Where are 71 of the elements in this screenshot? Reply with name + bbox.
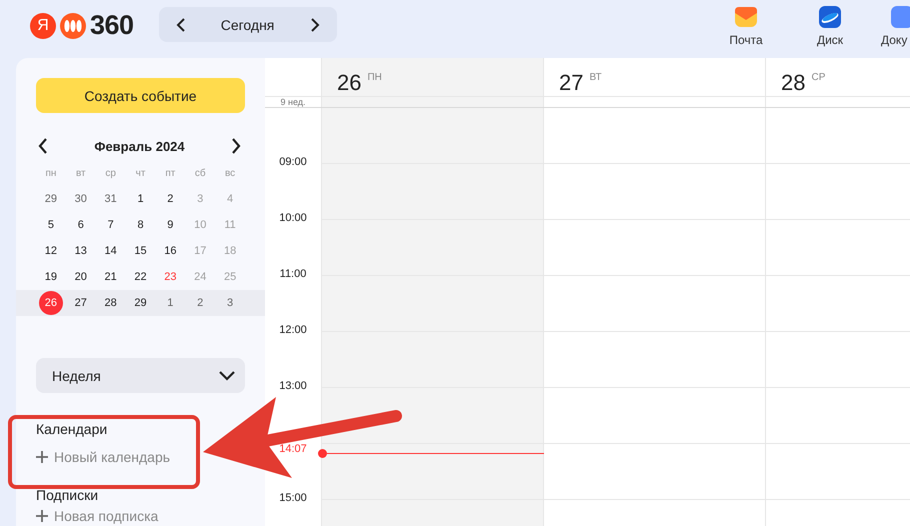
calendar-day[interactable]: 22 (128, 265, 152, 289)
weekday-label: чт (136, 168, 146, 178)
time-label: 13:00 (279, 380, 307, 394)
calendar-day[interactable]: 30 (68, 187, 93, 211)
calendar-day[interactable]: 15 (128, 239, 152, 263)
calendar-day[interactable]: 1 (158, 291, 182, 315)
chevron-left-icon[interactable] (176, 18, 186, 32)
calendar-day[interactable]: 13 (68, 239, 93, 263)
time-label: 12:00 (279, 324, 307, 338)
calendar-day[interactable]: 16 (158, 239, 182, 263)
weekday-label: ср (105, 168, 116, 178)
calendar-day[interactable]: 5 (38, 213, 63, 237)
calendar-day[interactable]: 3 (218, 291, 242, 315)
current-time: 14:07 (279, 443, 307, 457)
weekday-label: ВТ (589, 72, 602, 83)
calendar-day[interactable]: 26 (38, 291, 63, 315)
time-label: 15:00 (279, 492, 307, 506)
calendar-day[interactable]: 31 (98, 187, 123, 211)
logo-text: 360 (90, 10, 134, 41)
calendar-day[interactable]: 29 (38, 187, 63, 211)
plus-icon (36, 510, 48, 522)
create-event-button[interactable]: Создать событие (36, 78, 245, 113)
day-number: 28 (781, 70, 806, 96)
calendar-day[interactable]: 12 (38, 239, 63, 263)
calendar-day[interactable]: 2 (188, 291, 212, 315)
weekday-label: вс (224, 168, 236, 178)
weekday-label: ПН (367, 72, 382, 83)
section-title: Подписки (36, 486, 98, 504)
section-title: Календари (36, 420, 108, 438)
calendar-day[interactable]: 6 (68, 213, 93, 237)
day-header[interactable]: 28 СР (766, 58, 910, 96)
envelope-icon (734, 5, 758, 29)
day-header[interactable]: 27 ВТ (544, 58, 766, 96)
calendar-day[interactable]: 29 (128, 291, 152, 315)
document-icon (890, 5, 910, 29)
app-label[interactable]: Диск (816, 33, 844, 47)
app-label[interactable]: Почта (729, 33, 763, 47)
calendar-day[interactable]: 7 (98, 213, 123, 237)
view-dropdown[interactable]: Неделя (36, 358, 245, 393)
calendar-day[interactable]: 8 (128, 213, 152, 237)
weekday-label: СР (811, 72, 826, 83)
today-button[interactable]: Сегодня (220, 16, 274, 32)
calendar-day[interactable]: 14 (98, 239, 123, 263)
weekday-label: пн (45, 168, 56, 178)
day-number: 26 (337, 70, 362, 96)
weekday-label: пт (165, 168, 176, 178)
weekday-label: сб (194, 168, 206, 178)
time-label: 10:00 (279, 212, 307, 226)
day-header[interactable]: 26 ПН (322, 58, 544, 96)
chevron-left-icon[interactable] (38, 138, 48, 154)
chevron-down-icon (219, 370, 235, 380)
weekday-label: вт (76, 168, 86, 178)
time-label: 09:00 (279, 156, 307, 170)
plus-icon (36, 451, 48, 463)
chevron-right-icon[interactable] (231, 138, 241, 154)
calendar-day[interactable]: 1 (128, 187, 152, 211)
calendar-day[interactable]: 19 (38, 265, 63, 289)
chevron-right-icon[interactable] (310, 18, 320, 32)
calendar-day[interactable]: 28 (98, 291, 123, 315)
app-label[interactable]: Доку (881, 33, 908, 47)
logo-letter: Я (30, 12, 56, 38)
week-number: 9 нед. (280, 97, 306, 107)
day-number: 27 (559, 70, 584, 96)
month-title: Февраль 2024 (94, 138, 185, 154)
three-ovals-icon (58, 12, 88, 38)
calendar-day[interactable]: 27 (68, 291, 93, 315)
time-label: 11:00 (280, 268, 306, 282)
calendar-day[interactable]: 2 (158, 187, 182, 211)
calendar-day[interactable]: 9 (158, 213, 182, 237)
calendar-day[interactable]: 20 (68, 265, 93, 289)
calendar-day[interactable]: 21 (98, 265, 123, 289)
